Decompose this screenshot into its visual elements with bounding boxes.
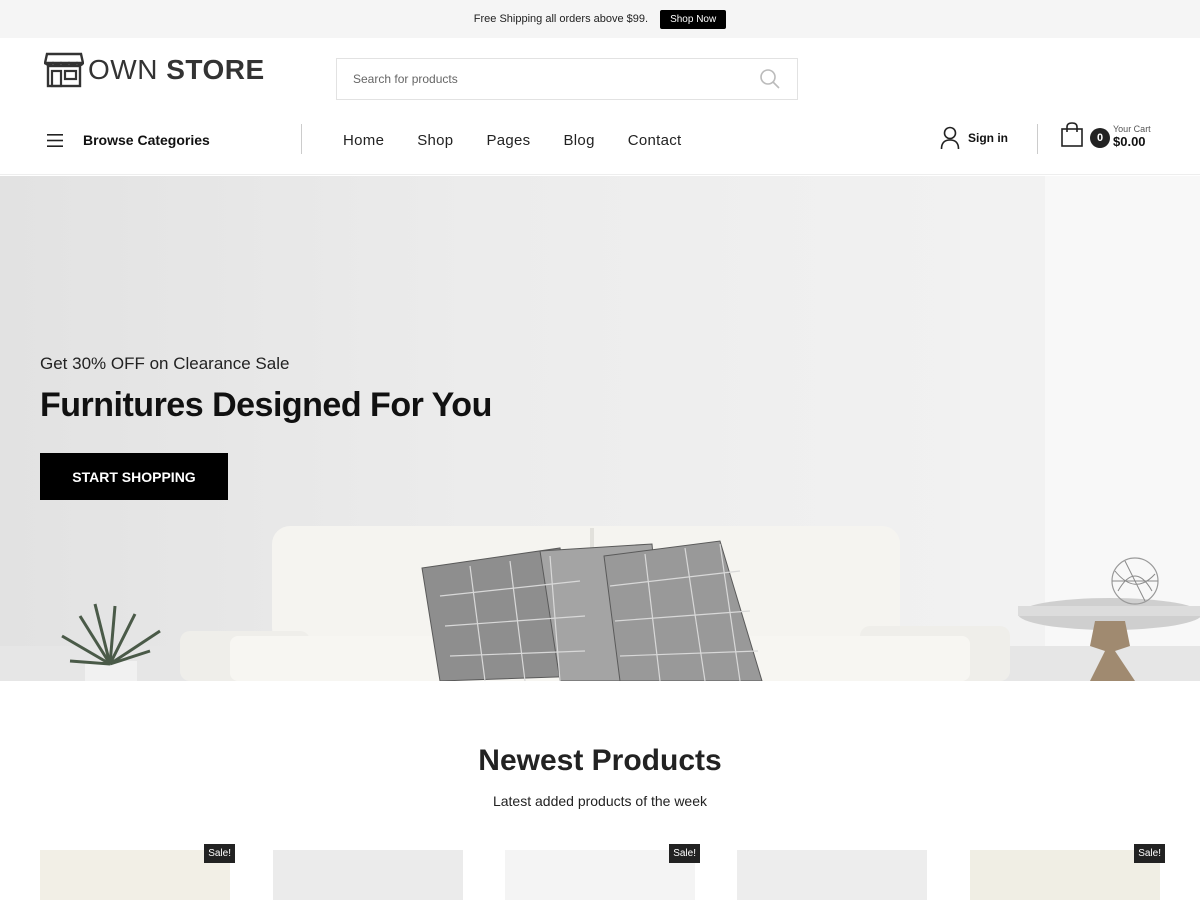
search-icon[interactable] [759,68,781,90]
section-title: Newest Products [478,744,722,777]
nav-home[interactable]: Home [343,132,384,149]
announcement-bar: Free Shipping all orders above $99. Shop… [0,0,1200,38]
browse-categories-label: Browse Categories [83,132,210,148]
hero-banner: Get 30% OFF on Clearance Sale Furnitures… [0,176,1200,681]
user-icon [940,126,960,150]
hero-image [0,176,1200,681]
product-card[interactable]: Sale! [970,844,1165,900]
browse-categories-button[interactable]: Browse Categories [47,132,210,148]
sign-in-link[interactable]: Sign in [940,126,1008,150]
product-card[interactable] [737,850,927,900]
cart-button[interactable]: 0 Your Cart $0.00 [1060,122,1151,149]
header-divider [1037,124,1038,154]
product-card[interactable]: Sale! [505,844,700,900]
storefront-icon [44,52,84,88]
cart-label: Your Cart [1113,124,1151,134]
logo-wordmark: OWN STORE [88,54,265,85]
sign-in-label: Sign in [968,131,1008,145]
shopping-bag-icon [1061,122,1083,147]
nav-shop[interactable]: Shop [417,132,453,149]
cart-total: $0.00 [1113,134,1146,149]
start-shopping-button[interactable]: START SHOPPING [40,453,228,500]
cart-count-badge: 0 [1090,128,1110,148]
menu-links: Home Shop Pages Blog Contact [343,132,682,149]
product-card[interactable]: Sale! [40,844,235,900]
section-subtitle: Latest added products of the week [492,793,708,809]
hero-subtitle: Get 30% OFF on Clearance Sale [40,354,290,373]
nav-blog[interactable]: Blog [564,132,595,149]
sale-badge: Sale! [204,844,235,863]
sale-badge: Sale! [1134,844,1165,863]
cart-summary: Your Cart $0.00 [1113,124,1173,149]
shop-now-button[interactable]: Shop Now [660,9,727,29]
sale-badge: Sale! [669,844,700,863]
nav-divider [301,124,302,154]
product-grid: Sale! Sale! Sale! [40,844,1165,900]
announcement-text: Free Shipping all orders above $99. [473,13,649,25]
hamburger-icon [47,133,63,147]
search-input[interactable] [353,72,759,86]
hero-title: Furnitures Designed For You [40,386,492,424]
nav-contact[interactable]: Contact [628,132,682,149]
product-card[interactable] [273,850,463,900]
nav-pages[interactable]: Pages [486,132,530,149]
main-navigation: Browse Categories Home Shop Pages Blog C… [0,112,1200,175]
store-logo[interactable]: OWN STORE [44,52,265,88]
search-box [336,58,798,100]
